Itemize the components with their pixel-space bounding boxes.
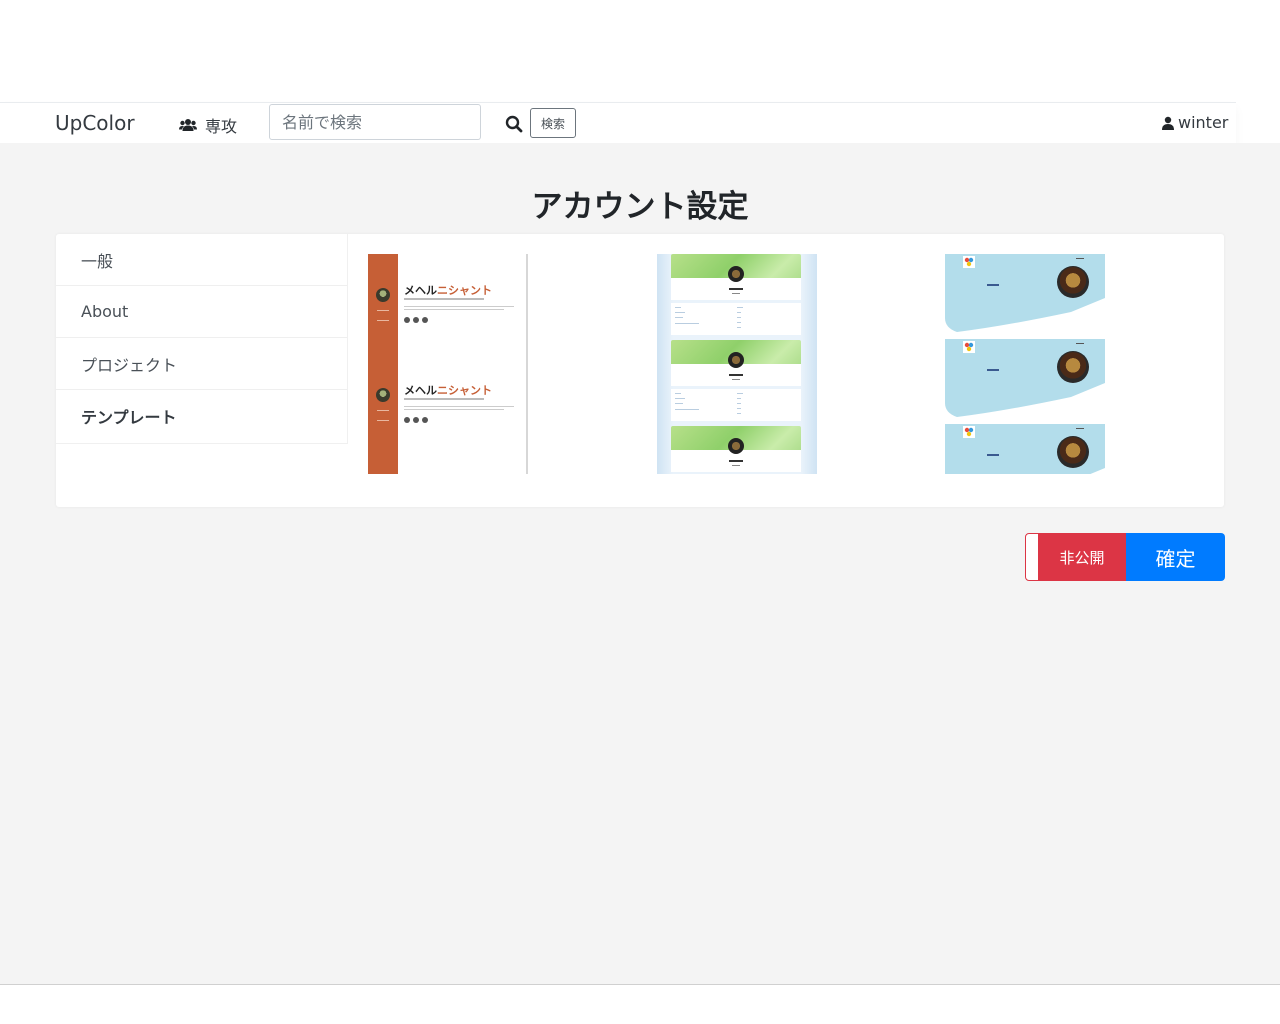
template-3-text [987,454,999,456]
private-toggle-button[interactable]: 非公開 [1025,533,1126,581]
menu-item-general[interactable]: 一般 [56,234,347,286]
footer-divider [0,984,1280,985]
template-1-side-line [377,320,389,321]
template-1-text-line [404,409,504,410]
menu-item-projects[interactable]: プロジェクト [56,338,347,390]
template-thumbnail-2[interactable] [657,254,817,474]
template-3-text [987,284,999,286]
template-3-section [945,424,1105,474]
template-3-text [987,369,999,371]
page-title: アカウント設定 [531,189,749,225]
user-name: winter [1178,113,1229,132]
search-input[interactable] [269,104,481,140]
template-3-logo-icon [963,426,975,438]
user-menu[interactable]: winter [1162,113,1228,132]
search-button[interactable]: 検索 [530,108,576,138]
brand-logo[interactable]: UpColor [55,111,135,135]
template-thumbnail-1[interactable]: メヘルニシャント メヘルニシャント [368,254,528,474]
template-2-header [671,426,801,472]
template-1-social-icons [404,317,428,323]
template-1-name: メヘルニシャント [404,282,492,298]
template-2-info-card [671,303,801,335]
template-1-subtitle [404,298,484,300]
top-navbar: UpColor 専攻 検索 winter [0,102,1236,143]
template-3-menu-line [1076,343,1084,344]
private-label: 非公開 [1038,533,1126,581]
template-3-avatar [1057,436,1089,468]
menu-item-templates[interactable]: テンプレート [56,390,347,442]
search-icon[interactable] [505,115,523,133]
template-3-menu-line [1076,428,1084,429]
main-content: アカウント設定 一般 About プロジェクト テンプレート メヘルニシャント [0,143,1280,984]
template-3-logo-icon [963,341,975,353]
template-1-text-line [404,406,514,407]
template-3-section [945,339,1105,417]
template-1-preview: メヘルニシャント メヘルニシャント [368,254,528,474]
template-3-logo-icon [963,256,975,268]
template-1-avatar [376,388,390,402]
template-1-name-accent: ニシャント [437,284,492,297]
template-1-section: メヘルニシャント [368,374,528,454]
template-1-side-line [377,420,389,421]
major-label: 専攻 [205,117,238,136]
template-1-name-black: メヘル [404,284,437,297]
user-icon [1162,116,1174,130]
template-3-section [945,254,1105,332]
template-2-info-card [671,389,801,421]
template-1-section: メヘルニシャント [368,274,528,354]
template-1-side-line [377,410,389,411]
settings-card: 一般 About プロジェクト テンプレート メヘルニシャント メヘルニシャント [56,234,1224,507]
settings-menu: 一般 About プロジェクト テンプレート [56,234,348,444]
major-link[interactable]: 専攻 [179,113,237,137]
template-3-menu-line [1076,258,1084,259]
template-1-name: メヘルニシャント [404,382,492,398]
template-thumbnail-3[interactable] [945,254,1105,474]
template-1-social-icons [404,417,428,423]
template-1-text-line [404,306,514,307]
users-icon [179,119,197,131]
template-1-avatar [376,288,390,302]
template-1-subtitle [404,398,484,400]
template-1-name-accent: ニシャント [437,384,492,397]
confirm-button[interactable]: 確定 [1126,533,1225,581]
menu-item-about[interactable]: About [56,286,347,338]
template-2-header [671,254,801,300]
template-3-avatar [1057,351,1089,383]
template-1-side-line [377,310,389,311]
template-2-header [671,340,801,386]
template-1-text-line [404,309,504,310]
template-3-avatar [1057,266,1089,298]
template-1-name-black: メヘル [404,384,437,397]
